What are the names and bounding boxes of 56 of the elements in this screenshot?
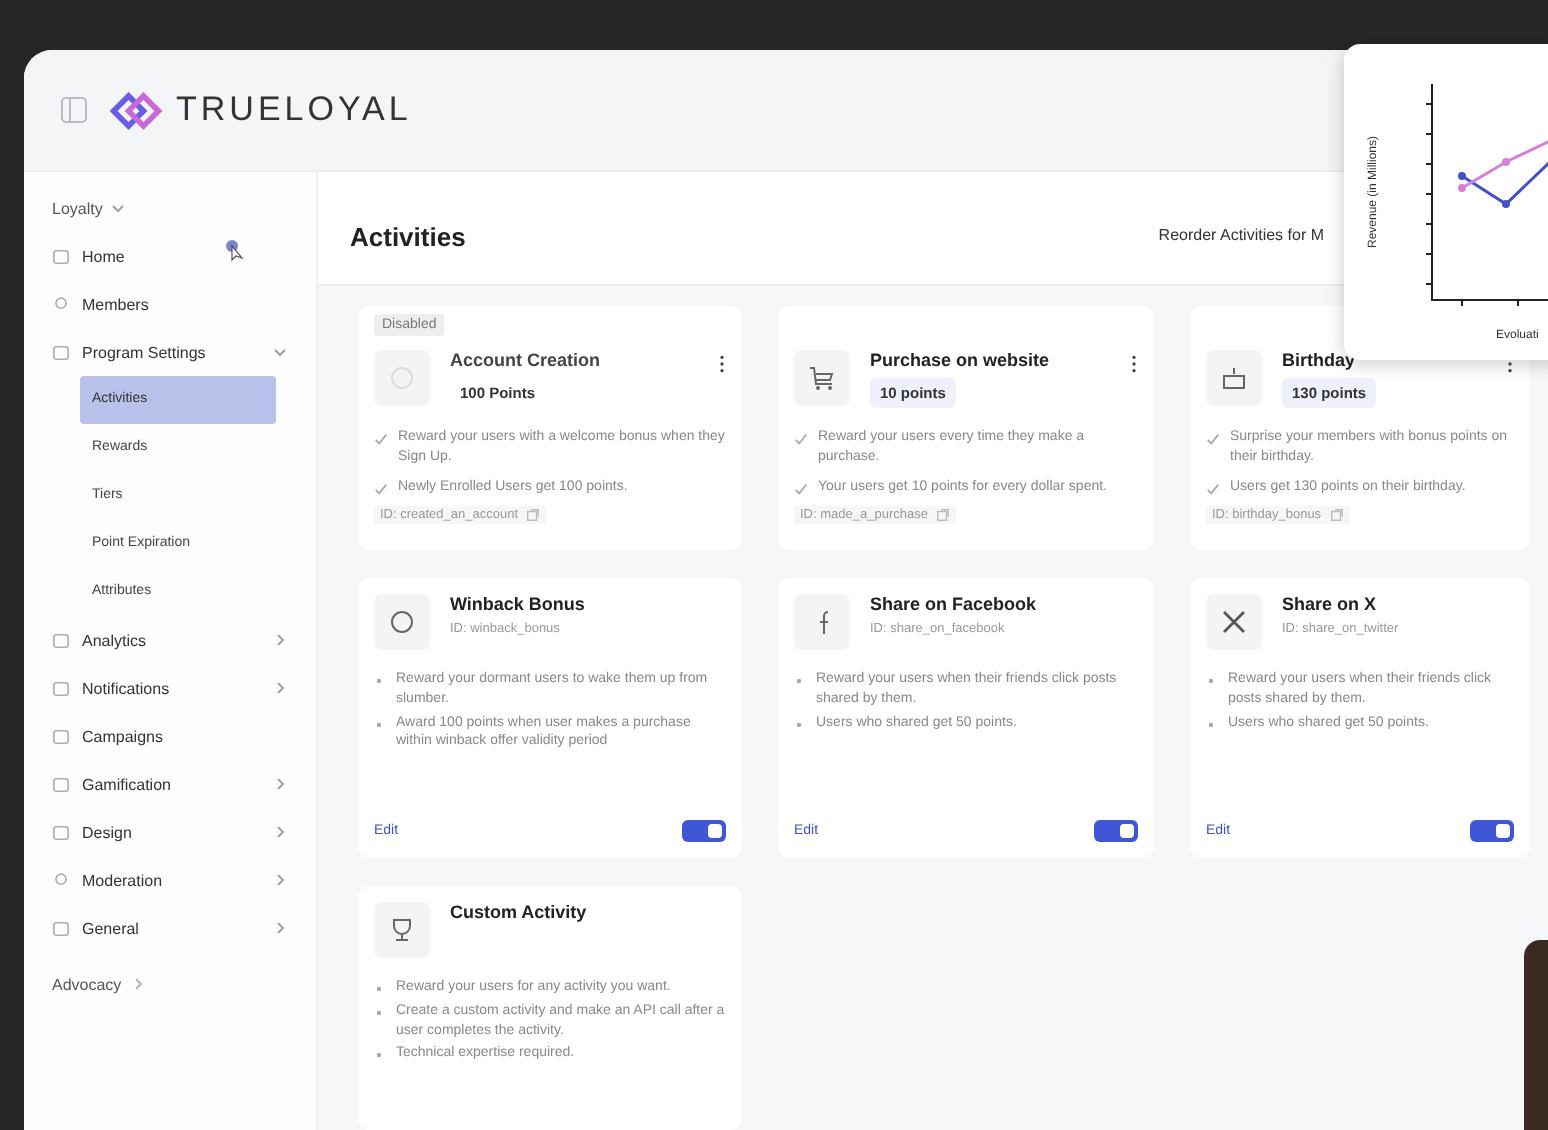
bullet-icon xyxy=(376,1052,382,1059)
card-title: Share on Facebook xyxy=(870,594,1037,614)
bullet-icon xyxy=(376,721,382,728)
nav-item[interactable]: Analytics xyxy=(52,616,316,664)
nav-item[interactable]: Program Settings xyxy=(52,328,316,376)
card-title: Birthday xyxy=(1282,350,1356,370)
nav-item[interactable]: Campaigns xyxy=(52,712,316,760)
logo-text: TRUELOYAL xyxy=(176,90,412,130)
nav-item[interactable]: Home xyxy=(52,232,316,280)
nav-item[interactable]: Design xyxy=(52,808,316,856)
nav-item[interactable]: Gamification xyxy=(52,760,316,808)
check-icon xyxy=(1206,481,1220,496)
chevron-icon xyxy=(272,344,288,360)
chevron-icon xyxy=(272,776,288,792)
cart-icon xyxy=(794,350,850,406)
facebook-icon xyxy=(794,594,850,650)
chevron-icon xyxy=(110,200,127,216)
check-icon xyxy=(374,481,388,496)
sidebar-toggle-icon[interactable] xyxy=(60,96,88,124)
card-title: Account Creation xyxy=(450,350,601,370)
bullet-icon xyxy=(796,678,802,684)
x-icon xyxy=(1206,594,1262,650)
toggle-switch[interactable] xyxy=(682,820,726,842)
reorder-link[interactable]: Reorder Activities for M xyxy=(1158,213,1324,243)
section-toggle[interactable]: Loyalty xyxy=(52,192,316,224)
nav-item[interactable]: General xyxy=(52,904,316,952)
card-title: Custom Activity xyxy=(450,902,587,922)
check-icon xyxy=(374,432,388,446)
toggle-switch[interactable] xyxy=(1470,820,1514,842)
check-icon xyxy=(794,481,808,496)
card-title: Share on X xyxy=(1282,594,1377,614)
chevron-icon xyxy=(129,976,146,992)
more-icon[interactable] xyxy=(1130,354,1138,374)
bullet-icon xyxy=(376,678,382,684)
bullet-icon xyxy=(796,721,802,728)
logo-icon xyxy=(108,89,164,131)
bullet-icon xyxy=(1208,721,1214,728)
nav-item[interactable]: Moderation xyxy=(52,856,316,904)
toggle-switch[interactable] xyxy=(1094,820,1138,842)
card-title: Purchase on website xyxy=(870,350,1050,370)
check-icon xyxy=(794,432,808,446)
page-title: Activities xyxy=(350,219,466,251)
bullet-icon xyxy=(376,986,382,992)
bullet-icon xyxy=(1208,678,1214,684)
bullet-icon xyxy=(376,1009,382,1016)
nav-item[interactable]: Members xyxy=(52,280,316,328)
chevron-icon xyxy=(272,632,288,648)
cursor-icon xyxy=(224,238,244,262)
card-title: Winback Bonus xyxy=(450,594,585,614)
chevron-icon xyxy=(272,680,288,696)
nav-item[interactable]: Notifications xyxy=(52,664,316,712)
section-toggle[interactable]: Advocacy xyxy=(52,968,316,1000)
check-icon xyxy=(1206,432,1220,446)
chevron-icon xyxy=(272,872,288,888)
chevron-icon xyxy=(272,920,288,936)
chevron-icon xyxy=(272,824,288,840)
